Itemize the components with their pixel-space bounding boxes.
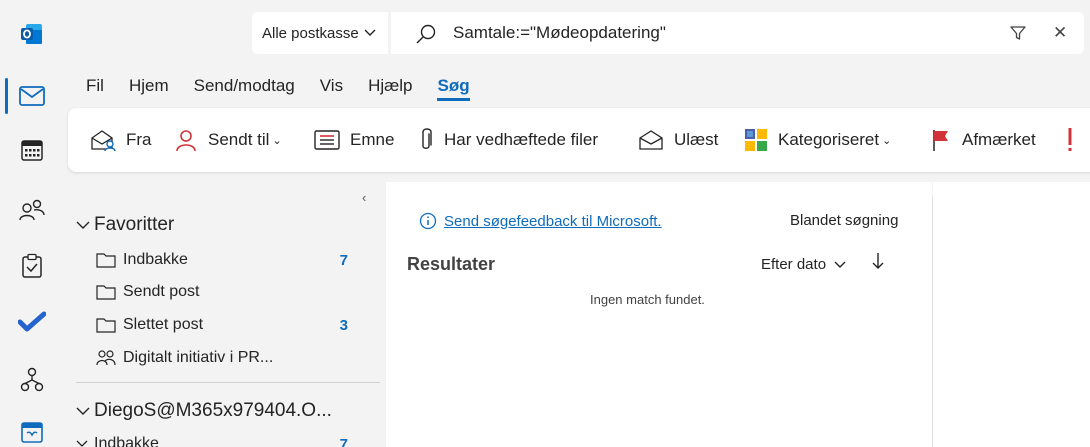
- categories-icon: [745, 129, 767, 151]
- search-box[interactable]: Samtale:="Mødeopdatering" ✕: [391, 12, 1084, 54]
- unread-count: 7: [339, 435, 348, 447]
- org-icon: [20, 367, 44, 392]
- folder-icon: [96, 284, 116, 300]
- search-input[interactable]: Samtale:="Mødeopdatering": [453, 23, 666, 43]
- chevron-down-icon: [76, 403, 90, 419]
- folder-item-account-indbakke[interactable]: Indbakke 7: [76, 432, 348, 447]
- feedback-link-label: Send søgefeedback til Microsoft.: [444, 212, 662, 230]
- attachments-button[interactable]: Har vedhæftede filer: [418, 108, 598, 172]
- sent-to-button[interactable]: Sendt til ⌄: [174, 108, 282, 172]
- mail-icon: [19, 86, 45, 106]
- chevron-down-icon: [76, 440, 90, 447]
- folder-item-sendt-post[interactable]: Sendt post: [96, 280, 358, 304]
- rail-todo[interactable]: [0, 298, 64, 346]
- group-icon: [96, 349, 116, 367]
- sort-dropdown[interactable]: Efter dato: [761, 256, 846, 273]
- subject-label: Emne: [350, 130, 395, 149]
- folder-item-group[interactable]: Digitalt initiativ i PR...: [96, 346, 358, 370]
- tab-fil[interactable]: Fil: [86, 76, 104, 101]
- rail-people[interactable]: [0, 186, 64, 234]
- app-rail: [0, 66, 64, 447]
- title-bar: Alle postkasse Samtale:="Mødeopdatering"…: [0, 0, 1090, 66]
- collapse-pane-icon[interactable]: ‹: [362, 190, 366, 205]
- account-label: DiegoS@M365x979404.O...: [94, 400, 332, 421]
- folder-item-slettet-post[interactable]: Slettet post 3: [96, 313, 358, 337]
- favorites-label: Favoritter: [94, 214, 175, 235]
- divider: [76, 382, 380, 383]
- account-header[interactable]: DiegoS@M365x979404.O...: [76, 400, 332, 422]
- chevron-down-icon: [364, 26, 376, 40]
- close-search-icon[interactable]: ✕: [1053, 23, 1067, 43]
- from-label: Fra: [126, 130, 152, 149]
- reading-pane: [933, 182, 1090, 447]
- important-button[interactable]: [1066, 108, 1084, 172]
- exclamation-icon: [1068, 128, 1072, 151]
- chevron-down-icon: [834, 258, 846, 272]
- tab-send-modtag[interactable]: Send/modtag: [194, 76, 295, 101]
- unread-label: Ulæst: [674, 130, 719, 149]
- people-icon: [19, 199, 45, 221]
- folder-name: Sendt post: [123, 283, 200, 300]
- active-indicator: [5, 78, 8, 114]
- sort-direction-icon[interactable]: [872, 252, 884, 275]
- folder-name: Digitalt initiativ i PR...: [123, 349, 274, 366]
- categorized-button[interactable]: Kategoriseret ⌄: [744, 108, 891, 172]
- chevron-down-icon: [76, 217, 90, 233]
- search-ribbon: Fra Sendt til ⌄ Emne Har vedhæftede file…: [68, 108, 1090, 172]
- calendar-icon: [21, 140, 43, 161]
- folder-name: Indbakke: [94, 435, 159, 447]
- rail-org[interactable]: [0, 356, 64, 404]
- rail-tasks[interactable]: [0, 242, 64, 290]
- folder-icon: [96, 317, 116, 333]
- flagged-label: Afmærket: [962, 130, 1036, 149]
- tab-vis[interactable]: Vis: [320, 76, 343, 101]
- unread-envelope-icon: [639, 130, 663, 150]
- bookings-icon: [21, 422, 43, 443]
- favorites-header[interactable]: Favoritter: [76, 214, 174, 236]
- flag-icon: [933, 130, 948, 151]
- sort-label: Efter dato: [761, 256, 827, 273]
- person-icon: [176, 130, 196, 152]
- mailbox-scope-label: Alle postkasse: [262, 24, 359, 42]
- paperclip-icon: [422, 128, 432, 149]
- results-title: Resultater: [407, 254, 496, 274]
- info-icon: [419, 212, 437, 230]
- outlook-logo-icon: [21, 24, 42, 44]
- folder-item-indbakke[interactable]: Indbakke 7: [96, 248, 358, 272]
- results-pane: Send søgefeedback til Microsoft. Blandet…: [386, 182, 933, 447]
- attachments-label: Har vedhæftede filer: [444, 130, 599, 149]
- from-envelope-icon: [91, 130, 116, 151]
- tab-hjem[interactable]: Hjem: [129, 76, 169, 101]
- rail-mail[interactable]: [0, 72, 64, 120]
- folder-name: Indbakke: [123, 251, 188, 268]
- tasks-icon: [22, 253, 42, 278]
- from-button[interactable]: Fra: [90, 108, 152, 172]
- search-icon: [416, 24, 436, 44]
- mixed-search-label[interactable]: Blandet søgning: [790, 212, 898, 229]
- tab-hjaelp[interactable]: Hjælp: [368, 76, 412, 101]
- mailbox-scope-dropdown[interactable]: Alle postkasse: [252, 12, 388, 54]
- unread-count: 7: [339, 251, 348, 269]
- filter-icon[interactable]: [1009, 24, 1027, 42]
- tab-soeg[interactable]: Søg: [437, 76, 470, 101]
- rail-bookings[interactable]: [0, 408, 64, 447]
- folder-name: Slettet post: [123, 316, 204, 333]
- rail-calendar[interactable]: [0, 126, 64, 174]
- ribbon-tabs: Fil Hjem Send/modtag Vis Hjælp Søg: [86, 76, 495, 101]
- chevron-down-icon: ⌄: [272, 134, 282, 147]
- feedback-link[interactable]: Send søgefeedback til Microsoft.: [419, 212, 662, 230]
- todo-icon: [18, 311, 46, 332]
- categorized-label: Kategoriseret: [778, 130, 880, 149]
- subject-button[interactable]: Emne: [314, 108, 394, 172]
- folder-pane: ‹ Favoritter Indbakke 7 Sendt post Slett…: [70, 182, 386, 447]
- subject-icon: [314, 130, 340, 150]
- flagged-button[interactable]: Afmærket: [930, 108, 1036, 172]
- folder-icon: [96, 252, 116, 268]
- no-results-message: Ingen match fundet.: [590, 292, 705, 307]
- unread-button[interactable]: Ulæst: [638, 108, 718, 172]
- sent-to-label: Sendt til: [208, 130, 270, 149]
- unread-count: 3: [339, 316, 348, 334]
- chevron-down-icon: ⌄: [882, 134, 892, 147]
